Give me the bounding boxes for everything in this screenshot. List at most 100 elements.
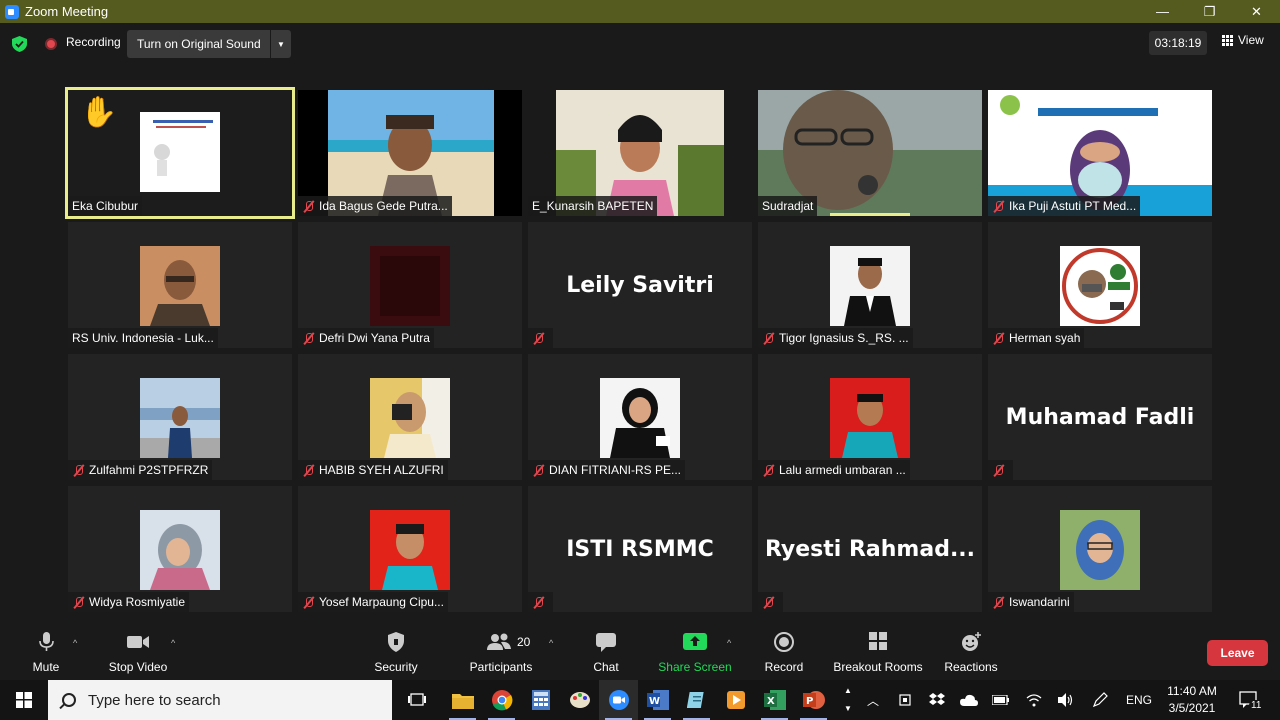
grid-icon (1222, 34, 1233, 46)
mute-button[interactable]: Mute (26, 624, 66, 680)
meeting-timer: 03:18:19 (1149, 31, 1207, 55)
clock-time: 11:40 AM (1167, 684, 1217, 698)
participant-tile[interactable]: Ida Bagus Gede Putra... (298, 90, 522, 216)
leave-button[interactable]: Leave (1207, 640, 1268, 666)
reactions-button[interactable]: Reactions (942, 624, 1000, 680)
participant-tile[interactable]: RS Univ. Indonesia - Luk... (68, 222, 292, 348)
pen-tray[interactable] (1089, 680, 1111, 720)
tray-app-icon[interactable] (894, 680, 916, 720)
participant-tile[interactable]: Tigor Ignasius S._RS. ... (758, 222, 982, 348)
participant-tile[interactable]: HABIB SYEH ALZUFRI (298, 354, 522, 480)
participant-nameplate (528, 592, 553, 612)
participant-tile[interactable]: Ika Puji Astuti PT Med... (988, 90, 1212, 216)
network-tray[interactable] (1023, 680, 1045, 720)
participant-tile[interactable]: Iswandarini (988, 486, 1212, 612)
participant-tile[interactable]: E_Kunarsih BAPETEN (528, 90, 752, 216)
share-screen-button[interactable]: Share Screen (657, 624, 733, 680)
volume-tray[interactable] (1055, 680, 1077, 720)
notepad-app[interactable] (677, 680, 716, 720)
show-hidden-icons-button[interactable]: ︿ (862, 680, 884, 720)
paint-app[interactable] (560, 680, 599, 720)
taskbar-clock[interactable]: 11:40 AM 3/5/2021 (1160, 683, 1224, 717)
excel-app[interactable]: X (755, 680, 794, 720)
participant-tile[interactable]: Zulfahmi P2STPFRZR (68, 354, 292, 480)
language-indicator[interactable]: ENG (1122, 680, 1156, 720)
windows-taskbar: W X P ▲ ▼ ︿ ENG 11:40 AM 3/5/2021 (0, 680, 1280, 720)
participant-avatar (600, 378, 680, 458)
mic-muted-icon (302, 596, 315, 609)
original-sound-control[interactable]: Turn on Original Sound ▼ (127, 30, 291, 58)
encryption-shield-icon[interactable] (12, 36, 27, 52)
participant-avatar (370, 510, 450, 590)
clock-date: 3/5/2021 (1168, 701, 1216, 715)
battery-tray[interactable] (990, 680, 1012, 720)
zoom-app[interactable] (599, 680, 638, 720)
chrome-app[interactable] (482, 680, 521, 720)
close-button[interactable]: ✕ (1233, 0, 1280, 23)
participant-tile[interactable]: Ryesti Rahmad... (758, 486, 982, 612)
maximize-button[interactable]: ❐ (1186, 0, 1233, 23)
stop-video-button[interactable]: Stop Video (103, 624, 173, 680)
participant-tile[interactable]: Leily Savitri (528, 222, 752, 348)
participant-tile[interactable]: Widya Rosmiyatie (68, 486, 292, 612)
participant-nameplate: Lalu armedi umbaran ... (758, 460, 910, 480)
video-camera-icon (127, 636, 149, 648)
view-button[interactable]: View (1222, 33, 1264, 47)
participant-tile[interactable]: Herman syah (988, 222, 1212, 348)
participant-nameplate (988, 460, 1013, 480)
notifications-button[interactable]: 11 (1234, 680, 1264, 720)
security-button[interactable]: Security (370, 624, 422, 680)
taskbar-search[interactable] (48, 680, 392, 720)
wifi-icon (1026, 694, 1042, 707)
participant-nameplate: Sudradjat (758, 196, 818, 216)
participant-tile[interactable]: Defri Dwi Yana Putra (298, 222, 522, 348)
recording-indicator-icon (45, 38, 57, 50)
calculator-app[interactable] (521, 680, 560, 720)
media-player-app[interactable] (716, 680, 755, 720)
chevron-up-icon[interactable]: ^ (171, 638, 181, 648)
participant-nameplate: RS Univ. Indonesia - Luk... (68, 328, 218, 348)
chevron-up-icon[interactable]: ^ (549, 638, 559, 648)
participant-tile[interactable]: ✋ Eka Cibubur (65, 87, 295, 219)
chat-button[interactable]: Chat (586, 624, 626, 680)
media-player-icon (726, 691, 745, 709)
mic-muted-icon (302, 200, 315, 213)
participant-tile[interactable]: Yosef Marpaung Cipu... (298, 486, 522, 612)
word-icon: W (646, 690, 669, 710)
view-label: View (1238, 33, 1264, 47)
participant-nameplate: Iswandarini (988, 592, 1074, 612)
mic-muted-icon (72, 464, 85, 477)
chevron-up-icon[interactable]: ^ (727, 638, 737, 648)
minimize-button[interactable]: — (1139, 0, 1186, 23)
participant-tile[interactable]: Lalu armedi umbaran ... (758, 354, 982, 480)
task-view-button[interactable] (397, 680, 436, 720)
record-button[interactable]: Record (763, 624, 805, 680)
search-input[interactable] (88, 691, 368, 709)
participant-avatar (370, 378, 450, 458)
start-button[interactable] (0, 680, 48, 720)
participant-tile[interactable]: ISTI RSMMC (528, 486, 752, 612)
taskbar-scroll[interactable]: ▲ ▼ (838, 680, 858, 720)
dropbox-tray[interactable] (926, 680, 948, 720)
participants-button[interactable]: 20 Participants (466, 624, 536, 680)
powerpoint-app[interactable]: P (794, 680, 833, 720)
participant-tile[interactable]: Sudradjat (758, 90, 982, 216)
participant-tile[interactable]: DIAN FITRIANI-RS PE... (528, 354, 752, 480)
recording-label[interactable]: Recording (66, 35, 121, 49)
chevron-down-icon[interactable]: ▼ (270, 30, 291, 58)
onedrive-tray[interactable] (958, 680, 980, 720)
file-explorer-app[interactable] (443, 680, 482, 720)
word-app[interactable]: W (638, 680, 677, 720)
smiley-icon (962, 632, 981, 651)
chevron-down-icon[interactable]: ▼ (844, 700, 852, 718)
participant-tile[interactable]: Muhamad Fadli (988, 354, 1212, 480)
chevron-up-icon[interactable]: ▲ (844, 682, 852, 700)
original-sound-button[interactable]: Turn on Original Sound (127, 37, 270, 51)
participant-name: Ida Bagus Gede Putra... (319, 199, 448, 213)
breakout-rooms-button[interactable]: Breakout Rooms (830, 624, 926, 680)
chevron-up-icon[interactable]: ^ (73, 638, 83, 648)
speaking-indicator (830, 213, 910, 216)
breakout-rooms-label: Breakout Rooms (833, 660, 923, 674)
meeting-info-bar: Recording Turn on Original Sound ▼ 03:18… (0, 23, 1280, 65)
participant-nameplate: Ida Bagus Gede Putra... (298, 196, 452, 216)
